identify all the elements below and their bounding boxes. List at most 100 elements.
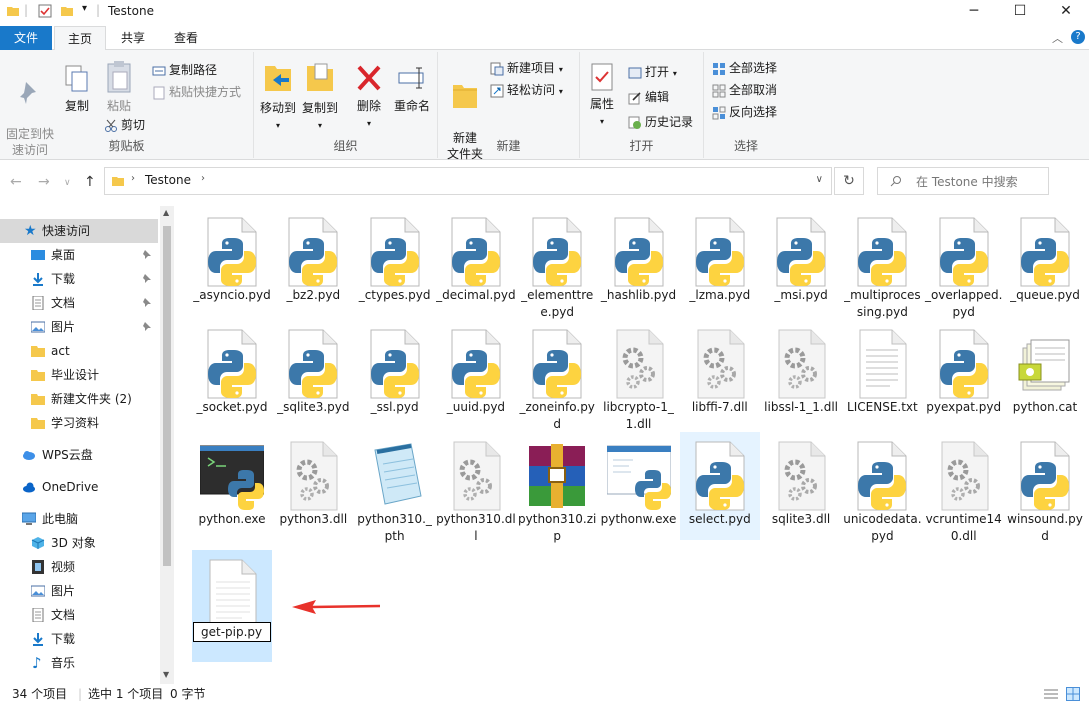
file-item[interactable]: python310._pth: [355, 432, 435, 543]
new-folder-quick-icon[interactable]: [60, 4, 74, 18]
file-item[interactable]: _elementtree.pyd: [517, 208, 597, 319]
collapse-ribbon-icon[interactable]: ︿: [1052, 30, 1063, 46]
pin-icon[interactable]: [142, 321, 152, 331]
sidebar-scrollbar[interactable]: ▲ ▼: [160, 206, 174, 684]
close-button[interactable]: ✕: [1042, 0, 1089, 24]
sidebar-item-downloads[interactable]: 下载: [0, 267, 158, 291]
copy-to-button[interactable]: 复制到 ▾: [300, 60, 340, 134]
address-dropdown-icon[interactable]: ∨: [816, 174, 823, 185]
file-item[interactable]: LICENSE.txt: [842, 320, 922, 428]
file-item[interactable]: libffi-7.dll: [680, 320, 760, 428]
large-icons-view-icon[interactable]: [1066, 687, 1080, 701]
customize-quick-access-icon[interactable]: ▾: [82, 3, 87, 14]
file-item[interactable]: python.cat: [1005, 320, 1085, 428]
file-item[interactable]: winsound.pyd: [1005, 432, 1085, 543]
sidebar-item-documents-pc[interactable]: 文档: [0, 603, 158, 627]
maximize-button[interactable]: ☐: [996, 0, 1044, 24]
file-item[interactable]: unicodedata.pyd: [842, 432, 922, 543]
file-item[interactable]: _ssl.pyd: [355, 320, 435, 428]
properties-quick-icon[interactable]: [38, 4, 52, 18]
delete-button[interactable]: 删除 ▾: [352, 64, 386, 132]
file-item[interactable]: _uuid.pyd: [436, 320, 516, 428]
tab-view[interactable]: 查看: [160, 26, 212, 50]
file-item[interactable]: _msi.pyd: [761, 208, 841, 316]
tab-home[interactable]: 主页: [54, 26, 106, 51]
address-box[interactable]: › Testone › ∨: [104, 167, 832, 195]
paste-shortcut-button[interactable]: 粘贴快捷方式: [152, 82, 241, 102]
file-item[interactable]: get-pip.py: [192, 550, 272, 662]
sidebar-item-downloads-pc[interactable]: 下载: [0, 627, 158, 651]
file-item[interactable]: pythonw.exe: [599, 432, 679, 540]
file-item[interactable]: libcrypto-1_1.dll: [599, 320, 679, 431]
sidebar-item-act[interactable]: act: [0, 339, 158, 363]
sidebar-item-pictures[interactable]: 图片: [0, 315, 158, 339]
file-item[interactable]: python.exe: [192, 432, 272, 540]
back-arrow-icon[interactable]: ←: [10, 174, 22, 190]
sidebar-item-pictures-pc[interactable]: 图片: [0, 579, 158, 603]
copy-button[interactable]: 复制: [60, 64, 94, 114]
file-item[interactable]: python310.zip: [517, 432, 597, 543]
file-item[interactable]: _zoneinfo.pyd: [517, 320, 597, 431]
file-item[interactable]: python310.dll: [436, 432, 516, 543]
pin-icon[interactable]: [142, 297, 152, 307]
pin-icon[interactable]: [142, 273, 152, 283]
properties-button[interactable]: 属性 ▾: [584, 62, 620, 130]
sidebar-item-wps-cloud[interactable]: WPS云盘: [0, 443, 158, 467]
file-item[interactable]: sqlite3.dll: [761, 432, 841, 540]
scroll-down-icon[interactable]: ▼: [163, 670, 169, 679]
file-item[interactable]: _socket.pyd: [192, 320, 272, 428]
file-item[interactable]: pyexpat.pyd: [924, 320, 1004, 428]
new-item-button[interactable]: 新建项目 ▾: [490, 58, 563, 78]
file-item[interactable]: _queue.pyd: [1005, 208, 1085, 316]
file-item[interactable]: _multiprocessing.pyd: [842, 208, 922, 319]
file-item[interactable]: _asyncio.pyd: [192, 208, 272, 316]
scroll-up-icon[interactable]: ▲: [163, 208, 169, 217]
refresh-button[interactable]: ↻: [834, 167, 864, 195]
sidebar-item-music[interactable]: ♪ 音乐: [0, 651, 158, 675]
forward-arrow-icon[interactable]: →: [38, 174, 50, 190]
scrollbar-thumb[interactable]: [163, 226, 171, 566]
history-button[interactable]: 历史记录: [628, 112, 693, 132]
file-item[interactable]: _sqlite3.pyd: [273, 320, 353, 428]
minimize-button[interactable]: ─: [950, 0, 998, 24]
file-item[interactable]: _hashlib.pyd: [599, 208, 679, 316]
copy-path-button[interactable]: 复制路径: [152, 60, 217, 80]
edit-button[interactable]: 编辑: [628, 87, 669, 107]
rename-input[interactable]: get-pip.py: [193, 622, 271, 642]
recent-locations-icon[interactable]: ∨: [64, 178, 71, 188]
file-item[interactable]: _overlapped.pyd: [924, 208, 1004, 319]
easy-access-button[interactable]: 轻松访问 ▾: [490, 80, 563, 100]
details-view-icon[interactable]: [1044, 688, 1058, 700]
sidebar-item-study-materials[interactable]: 学习资料: [0, 411, 158, 435]
sidebar-item-videos[interactable]: 视频: [0, 555, 158, 579]
pin-icon[interactable]: [142, 249, 152, 259]
sidebar-item-onedrive[interactable]: OneDrive: [0, 475, 158, 499]
file-item[interactable]: vcruntime140.dll: [924, 432, 1004, 543]
paste-button[interactable]: 粘贴: [100, 60, 138, 114]
file-item[interactable]: libssl-1_1.dll: [761, 320, 841, 428]
move-to-button[interactable]: 移动到 ▾: [258, 60, 298, 134]
file-item[interactable]: _bz2.pyd: [273, 208, 353, 316]
sidebar-item-desktop[interactable]: 桌面: [0, 243, 158, 267]
sidebar-item-this-pc[interactable]: 此电脑: [0, 507, 158, 531]
sidebar-item-new-folder-2[interactable]: 新建文件夹 (2): [0, 387, 158, 411]
tab-share[interactable]: 共享: [108, 26, 158, 50]
open-button[interactable]: 打开 ▾: [628, 62, 677, 82]
file-item[interactable]: _decimal.pyd: [436, 208, 516, 316]
select-all-button[interactable]: 全部选择: [712, 58, 777, 78]
search-box[interactable]: 在 Testone 中搜索: [877, 167, 1049, 195]
invert-selection-button[interactable]: 反向选择: [712, 102, 777, 122]
sidebar-item-documents[interactable]: 文档: [0, 291, 158, 315]
breadcrumb-item[interactable]: Testone: [145, 173, 191, 187]
rename-button[interactable]: 重命名: [390, 64, 434, 114]
select-none-button[interactable]: 全部取消: [712, 80, 777, 100]
sidebar-item-graduation-project[interactable]: 毕业设计: [0, 363, 158, 387]
help-icon[interactable]: ?: [1071, 30, 1085, 44]
sidebar-item-quick-access[interactable]: ★ 快速访问: [0, 219, 158, 243]
file-item[interactable]: select.pyd: [679, 432, 760, 540]
up-arrow-icon[interactable]: ↑: [84, 174, 96, 190]
file-item[interactable]: _lzma.pyd: [680, 208, 760, 316]
file-item[interactable]: _ctypes.pyd: [355, 208, 435, 316]
cut-button[interactable]: 剪切: [104, 115, 145, 135]
file-item[interactable]: python3.dll: [273, 432, 353, 540]
